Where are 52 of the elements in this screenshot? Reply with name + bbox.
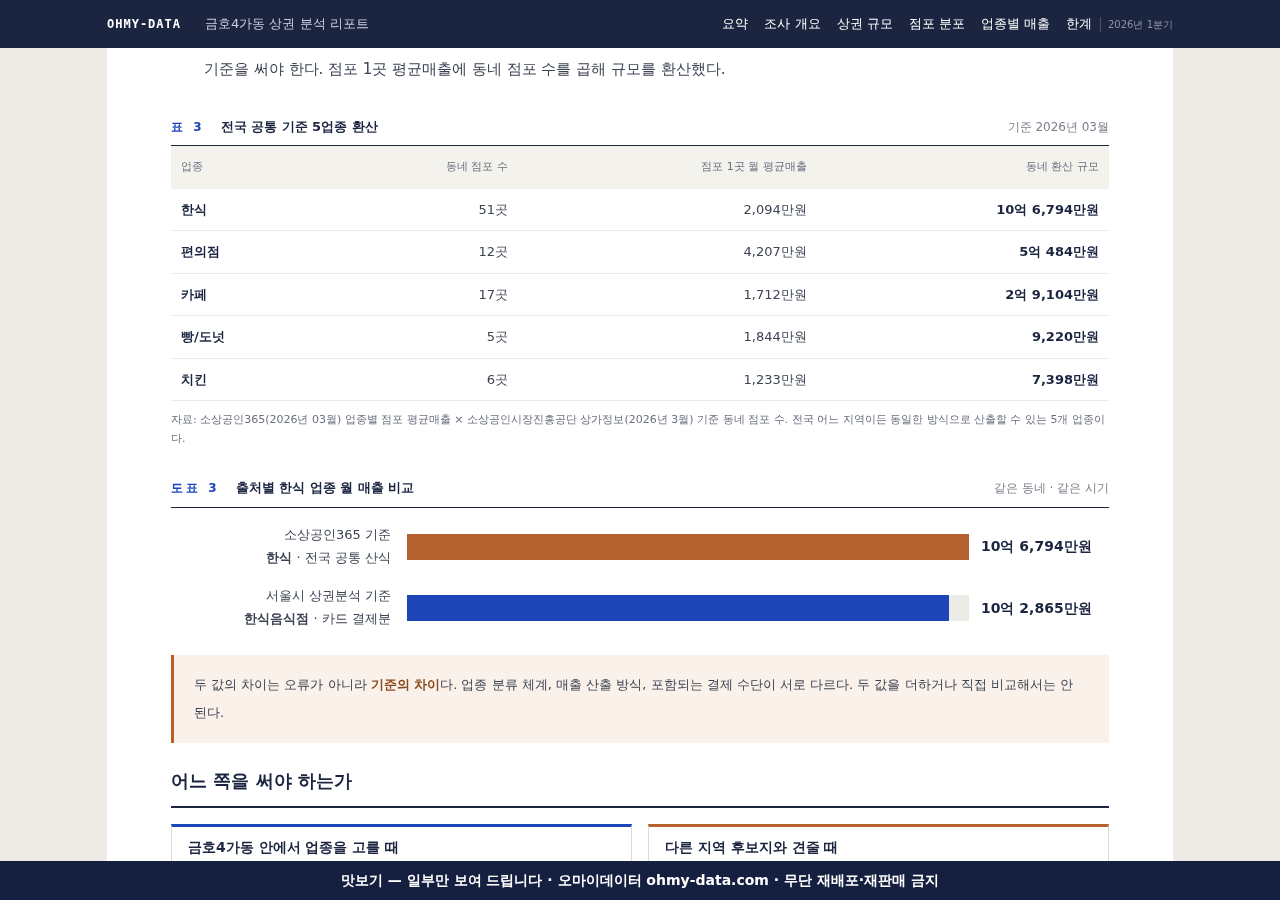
nav-link[interactable]: 상권 규모: [836, 12, 893, 36]
table-cell: 2,094만원: [517, 188, 817, 231]
table-number: 표 3: [171, 118, 205, 136]
nav-link[interactable]: 점포 분포: [908, 12, 965, 36]
figure-note: 같은 동네 · 같은 시기: [993, 480, 1109, 498]
table-cell: 12곳: [322, 230, 518, 273]
table-cell: 1,233만원: [517, 358, 817, 401]
column-header: 동네 점포 수: [322, 146, 518, 189]
table-title: 전국 공통 기준 5업종 환산: [220, 117, 378, 136]
table-cell: 4,207만원: [517, 230, 817, 273]
card-title: 금호4가동 안에서 업종을 고를 때: [188, 838, 400, 855]
period-label: 2026년 1분기: [1100, 16, 1173, 32]
bar-label: 한식음식점 · 카드 결제분: [243, 610, 391, 629]
card-title: 다른 지역 후보지와 견줄 때: [665, 838, 839, 855]
table-cell: 17곳: [322, 273, 518, 316]
table-cell: 편의점: [171, 230, 323, 273]
table-cell: 빵/도넛: [171, 315, 323, 358]
column-header: 점포 1곳 월 평균매출: [517, 146, 817, 189]
table-cell: 1,844만원: [517, 315, 817, 358]
table-cell: 카페: [171, 273, 323, 316]
table-cell: 7,398만원: [816, 358, 1109, 401]
preview-banner: 맛보기 — 일부만 보여 드립니다 · 오마이데이터 ohmy-data.com · 무단 재배포·재판매 금지: [0, 861, 1280, 900]
table-cell: 2억 9,104만원: [816, 273, 1109, 316]
bar-value: 10억 2,865만원: [980, 598, 1093, 618]
column-header: 업종: [171, 146, 323, 189]
table-cell: 1,712만원: [517, 273, 817, 316]
logo[interactable]: OHMY-DATA: [107, 15, 182, 33]
table-cell: 10억 6,794만원: [816, 188, 1109, 231]
bar-label: 서울시 상권분석 기준: [264, 587, 391, 606]
table-note: 기준 2026년 03월: [1007, 118, 1109, 136]
table-cell: 5억 484만원: [816, 230, 1109, 273]
nav-link[interactable]: 한계: [1066, 12, 1092, 36]
table-cell: 한식: [171, 188, 323, 231]
bar-label: 소상공인365 기준: [283, 525, 391, 544]
table-cell: 치킨: [171, 358, 323, 401]
column-header: 동네 환산 규모: [816, 146, 1109, 189]
table-cell: 5곳: [322, 315, 518, 358]
figure-title: 출처별 한식 업종 월 매출 비교: [235, 479, 415, 498]
bar-label: 한식 · 전국 공통 산식: [265, 548, 391, 567]
nav-link[interactable]: 업종별 매출: [980, 12, 1050, 36]
nav-link[interactable]: 조사 개요: [764, 12, 821, 36]
table-cell: 9,220만원: [816, 315, 1109, 358]
table-cell: 51곳: [322, 188, 518, 231]
bar-value: 10억 6,794만원: [980, 537, 1093, 557]
callout-text: 두 값의 차이는 오류가 아니라 기준의 차이다. 업종 분류 체계, 매출 산출 방식, 포함되는 결제 수단이 서로 다르다. 두 값을 더하거나 직접 비교해서는 안 된다.: [171, 654, 1109, 743]
report-title: 금호4가동 상권 분석 리포트: [205, 15, 369, 34]
body-text: 기준을 써야 한다. 점포 1곳 평균매출에 동네 점포 수를 곱해 규모를 환산했다.: [203, 59, 727, 80]
table-cell: 6곳: [322, 358, 518, 401]
nav-link[interactable]: 요약: [722, 12, 749, 36]
source-note: 자료: 소상공인365(2026년 03월) 업종별 점포 평균매출 × 소상공인시장진흥공단 상가정보(2026년 3월) 기준 동네 점포 수. 전국 어느 지역이든 동일한 방식으로 산출할 수 있는 5개 업종이다.: [171, 412, 1106, 447]
section-heading: 어느 쪽을 써야 하는가: [171, 766, 1109, 808]
figure-number: 도표 3: [171, 480, 220, 498]
